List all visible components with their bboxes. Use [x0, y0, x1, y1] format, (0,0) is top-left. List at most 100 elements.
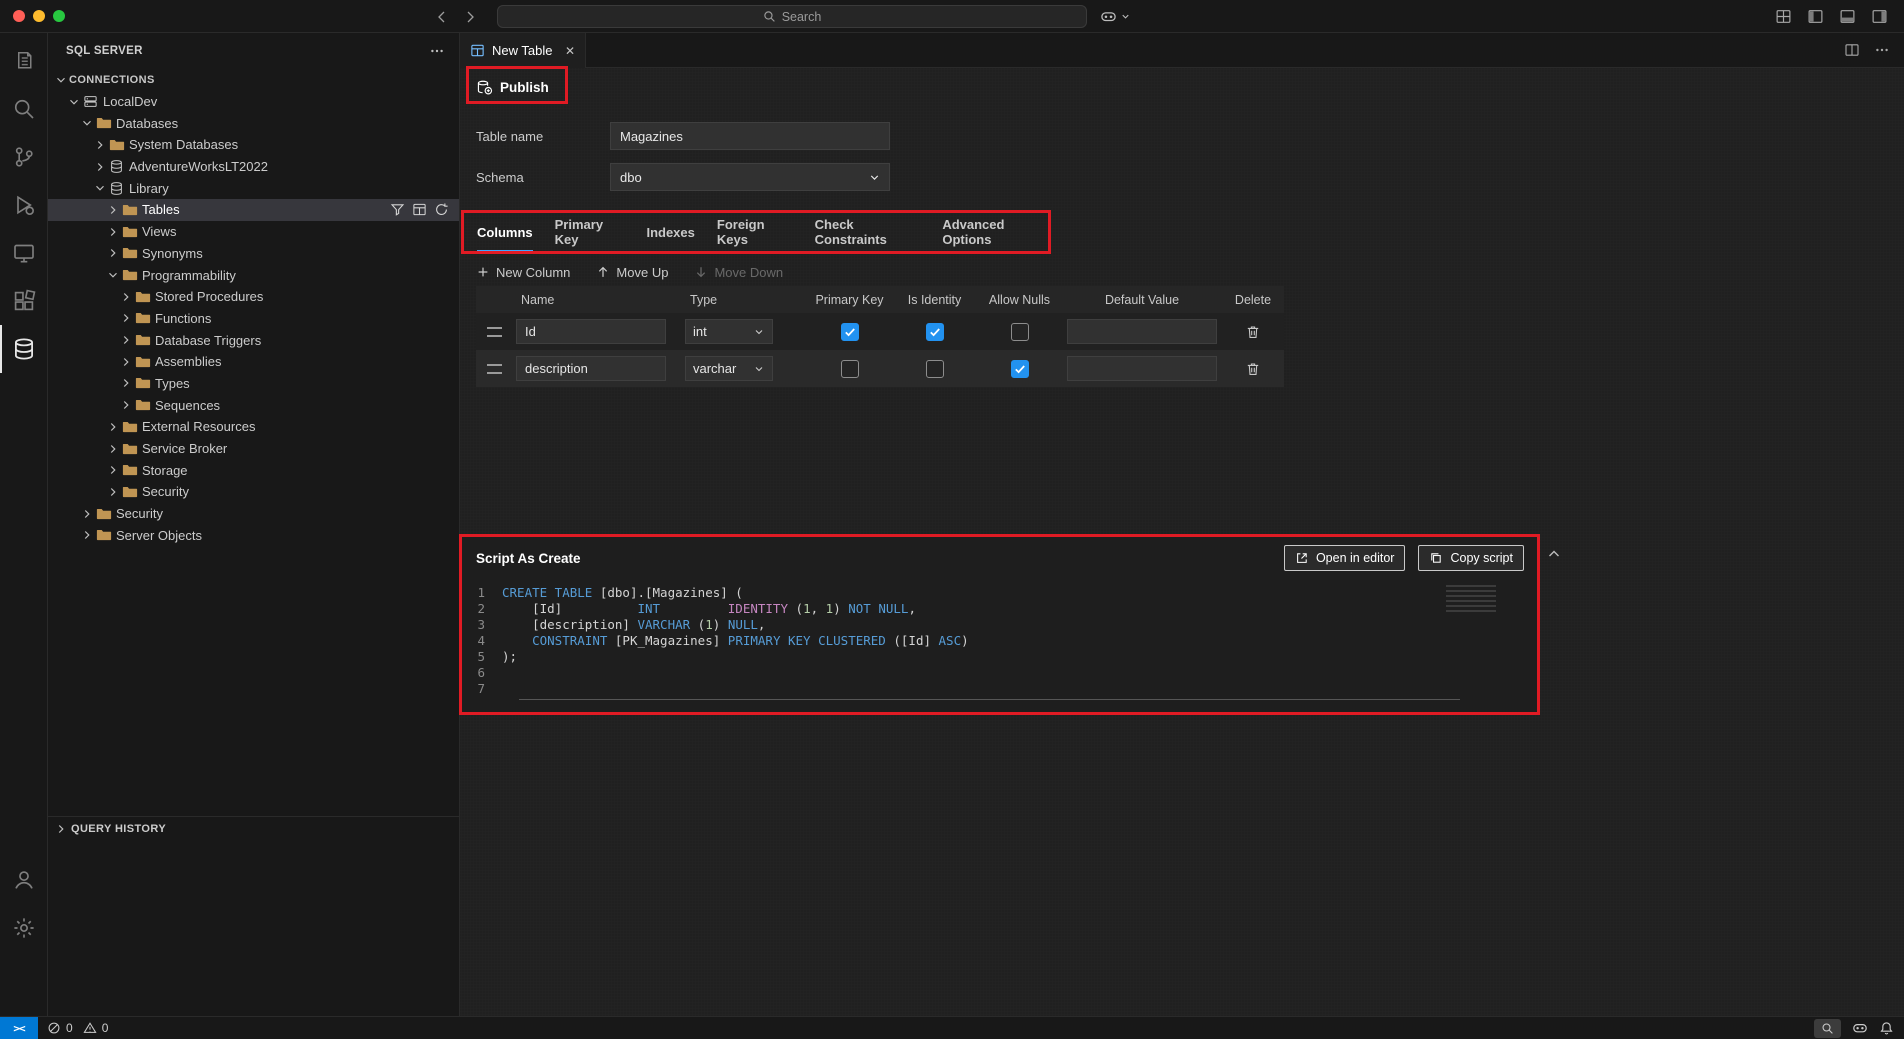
bell-icon[interactable] [1879, 1021, 1894, 1036]
explorer-icon[interactable] [0, 37, 47, 85]
tree-item-server-objects[interactable]: Server Objects [48, 524, 459, 546]
copy-script-button[interactable]: Copy script [1418, 545, 1524, 571]
copilot-status-icon[interactable] [1852, 1020, 1868, 1036]
column-name-input[interactable]: description [516, 356, 666, 381]
default-value-input[interactable] [1067, 356, 1217, 381]
source-control-icon[interactable] [0, 133, 47, 181]
refresh-icon[interactable] [434, 202, 449, 217]
designer-tab-check-constraints[interactable]: Check Constraints [815, 212, 921, 252]
primary-key-checkbox[interactable] [841, 360, 859, 378]
search-sidebar-icon[interactable] [0, 85, 47, 133]
column-type-select[interactable]: int [685, 319, 773, 344]
toggle-primary-sidebar-icon[interactable] [1807, 8, 1824, 25]
filter-icon[interactable] [390, 202, 405, 217]
collapse-script-chevron-up-icon[interactable] [1546, 546, 1562, 562]
chevron-right-icon[interactable] [91, 137, 108, 153]
column-type-select[interactable]: varchar [685, 356, 773, 381]
designer-tab-columns[interactable]: Columns [477, 212, 533, 252]
is-identity-checkbox[interactable] [926, 360, 944, 378]
table-grid-icon[interactable] [412, 202, 427, 217]
tree-item-synonyms[interactable]: Synonyms [48, 243, 459, 265]
chevron-down-icon[interactable] [78, 115, 95, 131]
chevron-down-icon[interactable] [91, 180, 108, 196]
customize-layout-icon[interactable] [1775, 8, 1792, 25]
chevron-right-icon[interactable] [117, 397, 134, 413]
remote-indicator[interactable]: >< [0, 1017, 38, 1039]
chevron-right-icon[interactable] [104, 441, 121, 457]
tree-item-database-triggers[interactable]: Database Triggers [48, 329, 459, 351]
column-name-input[interactable]: Id [516, 319, 666, 344]
extensions-icon[interactable] [0, 277, 47, 325]
chevron-right-icon[interactable] [117, 354, 134, 370]
toggle-secondary-sidebar-icon[interactable] [1871, 8, 1888, 25]
tree-item-external-resources[interactable]: External Resources [48, 416, 459, 438]
default-value-input[interactable] [1067, 319, 1217, 344]
back-arrow-icon[interactable] [434, 9, 450, 25]
chevron-right-icon[interactable] [104, 202, 121, 218]
zoom-indicator[interactable] [1814, 1019, 1841, 1038]
designer-tab-advanced-options[interactable]: Advanced Options [942, 212, 1048, 252]
new-column-button[interactable]: New Column [476, 265, 570, 280]
trash-icon[interactable] [1245, 324, 1261, 340]
sql-server-icon[interactable] [0, 325, 47, 373]
chevron-right-icon[interactable] [91, 159, 108, 175]
drag-handle[interactable] [487, 327, 502, 337]
query-history-section[interactable]: QUERY HISTORY [48, 816, 459, 840]
is-identity-checkbox[interactable] [926, 323, 944, 341]
chevron-right-icon[interactable] [104, 462, 121, 478]
chevron-down-icon[interactable] [65, 94, 82, 110]
settings-gear-icon[interactable] [0, 904, 47, 952]
chevron-right-icon[interactable] [117, 289, 134, 305]
chevron-right-icon[interactable] [104, 224, 121, 240]
more-actions-icon[interactable] [429, 43, 445, 59]
chevron-right-icon[interactable] [117, 332, 134, 348]
tree-item-sequences[interactable]: Sequences [48, 394, 459, 416]
chevron-down-icon[interactable] [52, 72, 69, 88]
chevron-right-icon[interactable] [104, 484, 121, 500]
allow-nulls-checkbox[interactable] [1011, 360, 1029, 378]
designer-tab-foreign-keys[interactable]: Foreign Keys [717, 212, 793, 252]
primary-key-checkbox[interactable] [841, 323, 859, 341]
allow-nulls-checkbox[interactable] [1011, 323, 1029, 341]
tree-item-storage[interactable]: Storage [48, 459, 459, 481]
forward-arrow-icon[interactable] [462, 9, 478, 25]
chevron-down-icon[interactable] [104, 267, 121, 283]
close-icon[interactable]: ✕ [565, 44, 575, 58]
schema-select[interactable]: dbo [610, 163, 890, 191]
minimize-window-button[interactable] [33, 10, 45, 22]
tree-item-functions[interactable]: Functions [48, 308, 459, 330]
move-up-button[interactable]: Move Up [596, 265, 668, 280]
account-icon[interactable] [0, 856, 47, 904]
publish-button[interactable]: Publish [476, 72, 549, 102]
tree-item-types[interactable]: Types [48, 373, 459, 395]
tree-item-localdev[interactable]: LocalDev [48, 91, 459, 113]
tree-item-assemblies[interactable]: Assemblies [48, 351, 459, 373]
chevron-right-icon[interactable] [104, 419, 121, 435]
chevron-right-icon[interactable] [117, 375, 134, 391]
tab-new-table[interactable]: New Table ✕ [460, 33, 586, 68]
tree-item-views[interactable]: Views [48, 221, 459, 243]
remote-explorer-icon[interactable] [0, 229, 47, 277]
tree-item-security[interactable]: Security [48, 503, 459, 525]
command-center-search[interactable]: Search [497, 5, 1087, 28]
chevron-right-icon[interactable] [117, 310, 134, 326]
zoom-window-button[interactable] [53, 10, 65, 22]
table-name-input[interactable]: Magazines [610, 122, 890, 150]
toggle-panel-icon[interactable] [1839, 8, 1856, 25]
split-editor-icon[interactable] [1844, 42, 1860, 58]
designer-tab-primary-key[interactable]: Primary Key [555, 212, 625, 252]
close-window-button[interactable] [13, 10, 25, 22]
tree-item-system-databases[interactable]: System Databases [48, 134, 459, 156]
trash-icon[interactable] [1245, 361, 1261, 377]
minimap[interactable] [1446, 585, 1496, 612]
chevron-right-icon[interactable] [104, 245, 121, 261]
tree-item-connections[interactable]: CONNECTIONS [48, 69, 459, 91]
copilot-menu[interactable] [1100, 5, 1131, 28]
tree-item-programmability[interactable]: Programmability [48, 264, 459, 286]
chevron-right-icon[interactable] [78, 506, 95, 522]
tree-item-adventureworkslt2022[interactable]: AdventureWorksLT2022 [48, 156, 459, 178]
tree-item-library[interactable]: Library [48, 177, 459, 199]
more-actions-icon[interactable] [1874, 42, 1890, 58]
tree-item-security[interactable]: Security [48, 481, 459, 503]
tree-item-service-broker[interactable]: Service Broker [48, 438, 459, 460]
